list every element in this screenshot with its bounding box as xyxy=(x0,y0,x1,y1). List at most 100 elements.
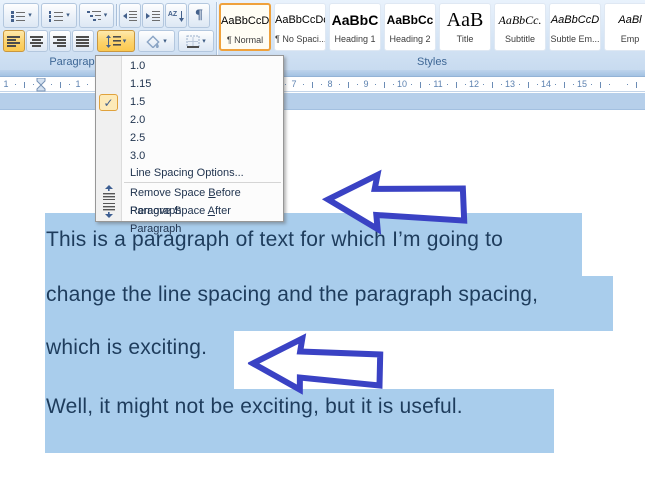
pilcrow-icon: ¶ xyxy=(195,8,203,23)
line-spacing-icon xyxy=(106,35,121,48)
style-sample: AaB xyxy=(440,4,490,34)
menu-item-remove-space-after[interactable]: Remove Space After Paragraph xyxy=(96,202,283,220)
multilevel-list-button[interactable]: ▾ xyxy=(79,3,114,28)
show-formatting-marks-button[interactable]: ¶ xyxy=(188,3,210,28)
menu-item-remove-space-before[interactable]: Remove Space Before Paragraph xyxy=(96,184,283,202)
ruler-tick xyxy=(492,82,493,88)
menu-item-text: Remove Space xyxy=(130,205,208,217)
ruler-tick xyxy=(447,84,448,85)
ruler-tick xyxy=(564,82,565,88)
align-left-icon xyxy=(7,35,21,47)
style-chip-subtle-emphasis[interactable]: AaBbCcD Subtle Em... xyxy=(549,3,601,51)
ruler-tick xyxy=(465,84,466,85)
menu-item-spacing-2.0[interactable]: 2.0 xyxy=(96,111,283,129)
accelerator-key: B xyxy=(208,187,215,199)
ruler-tick xyxy=(573,84,574,85)
ruler-tick xyxy=(312,82,313,88)
style-chip-heading2[interactable]: AaBbCc Heading 2 xyxy=(384,3,436,51)
align-right-button[interactable] xyxy=(49,30,71,52)
ruler-number: 10 xyxy=(397,79,407,89)
justify-button[interactable] xyxy=(72,30,94,52)
sort-button[interactable]: AZ xyxy=(165,3,187,28)
style-label: Heading 2 xyxy=(385,34,435,44)
menu-item-spacing-1.0[interactable]: 1.0 xyxy=(96,57,283,75)
indent-marker-icon[interactable] xyxy=(35,78,47,92)
ruler-number: 13 xyxy=(505,79,515,89)
left-arrow-shape[interactable] xyxy=(246,328,389,403)
ruler-number: 1 xyxy=(3,79,8,89)
ruler-tick xyxy=(537,84,538,85)
ruler-tick xyxy=(348,82,349,88)
style-chip-subtitle[interactable]: AaBbCc. Subtitle xyxy=(494,3,546,51)
align-right-icon xyxy=(53,35,67,47)
style-label: Title xyxy=(440,34,490,44)
style-sample: AaBbCcD xyxy=(550,4,600,34)
ruler-number: 11 xyxy=(433,79,442,89)
menu-item-spacing-1.15[interactable]: 1.15 xyxy=(96,75,283,93)
paragraph-text-line[interactable]: which is exciting. xyxy=(46,336,207,360)
remove-space-after-icon xyxy=(101,203,117,218)
chevron-down-icon: ▾ xyxy=(202,38,206,45)
increase-indent-button[interactable] xyxy=(142,3,164,28)
justify-icon xyxy=(76,35,90,47)
ruler-tick xyxy=(24,82,25,88)
style-label: ¶ Normal xyxy=(221,35,269,45)
ruler-number: 14 xyxy=(541,79,551,89)
ruler-tick xyxy=(33,84,34,85)
borders-icon xyxy=(186,35,200,48)
ruler-tick xyxy=(393,84,394,85)
chevron-down-icon: ▾ xyxy=(66,12,70,19)
ruler-tick xyxy=(321,84,322,85)
line-spacing-menu: 1.0 1.15 1.5 2.0 2.5 3.0 ✓ Line Spacing … xyxy=(95,55,284,222)
ruler-tick xyxy=(411,84,412,85)
bullets-button[interactable]: ▾ xyxy=(3,3,39,28)
menu-item-spacing-1.5[interactable]: 1.5 xyxy=(96,93,283,111)
paragraph-text-line[interactable]: Well, it might not be exciting, but it i… xyxy=(46,395,463,419)
center-text-icon xyxy=(30,35,44,47)
align-left-button[interactable] xyxy=(3,30,25,52)
ruler-tick xyxy=(627,84,628,85)
style-chip-heading1[interactable]: AaBbC Heading 1 xyxy=(329,3,381,51)
ruler-tick xyxy=(357,84,358,85)
style-chip-title[interactable]: AaB Title xyxy=(439,3,491,51)
ruler-number: 15 xyxy=(577,79,587,89)
shading-button[interactable]: ▾ xyxy=(138,30,175,52)
ruler-tick xyxy=(51,84,52,85)
ruler-number: 1 xyxy=(75,79,80,89)
ruler-number: 12 xyxy=(469,79,479,89)
menu-item-text: Remove Space xyxy=(130,187,208,199)
ruler-tick xyxy=(420,82,421,88)
bullets-icon xyxy=(10,10,26,22)
style-sample: AaBbCc. xyxy=(495,4,545,34)
center-text-button[interactable] xyxy=(26,30,48,52)
sort-icon: AZ xyxy=(168,12,177,18)
numbering-icon xyxy=(48,10,64,22)
ruler-tick xyxy=(15,84,16,85)
chevron-down-icon: ▾ xyxy=(28,12,32,19)
ruler-number: 8 xyxy=(327,79,332,89)
numbering-button[interactable]: ▾ xyxy=(41,3,77,28)
style-chip-emphasis[interactable]: AaBl Emp xyxy=(604,3,645,51)
chevron-down-icon: ▾ xyxy=(123,38,127,45)
borders-button[interactable]: ▾ xyxy=(178,30,214,52)
paragraph-text-line[interactable]: change the line spacing and the paragrap… xyxy=(46,283,538,307)
style-chip-normal[interactable]: AaBbCcDc ¶ Normal xyxy=(219,3,271,51)
left-arrow-shape[interactable] xyxy=(320,165,471,241)
line-spacing-button[interactable]: ▾ xyxy=(97,30,135,52)
decrease-indent-button[interactable] xyxy=(119,3,141,28)
ruler-tick xyxy=(69,84,70,85)
down-arrow-icon xyxy=(179,10,184,22)
ruler-tick xyxy=(636,82,637,88)
menu-separator xyxy=(124,182,281,183)
style-chip-no-spacing[interactable]: AaBbCcDc ¶ No Spaci... xyxy=(274,3,326,51)
menu-item-spacing-2.5[interactable]: 2.5 xyxy=(96,129,283,147)
checkmark-icon: ✓ xyxy=(99,94,118,111)
ruler-tick xyxy=(87,84,88,85)
ruler-tick xyxy=(591,84,592,85)
style-label: Heading 1 xyxy=(330,34,380,44)
ruler-tick xyxy=(429,84,430,85)
menu-item-spacing-3.0[interactable]: 3.0 xyxy=(96,147,283,165)
multilevel-list-icon xyxy=(86,10,102,22)
ruler-tick xyxy=(519,84,520,85)
menu-item-line-spacing-options[interactable]: Line Spacing Options... xyxy=(96,164,283,182)
